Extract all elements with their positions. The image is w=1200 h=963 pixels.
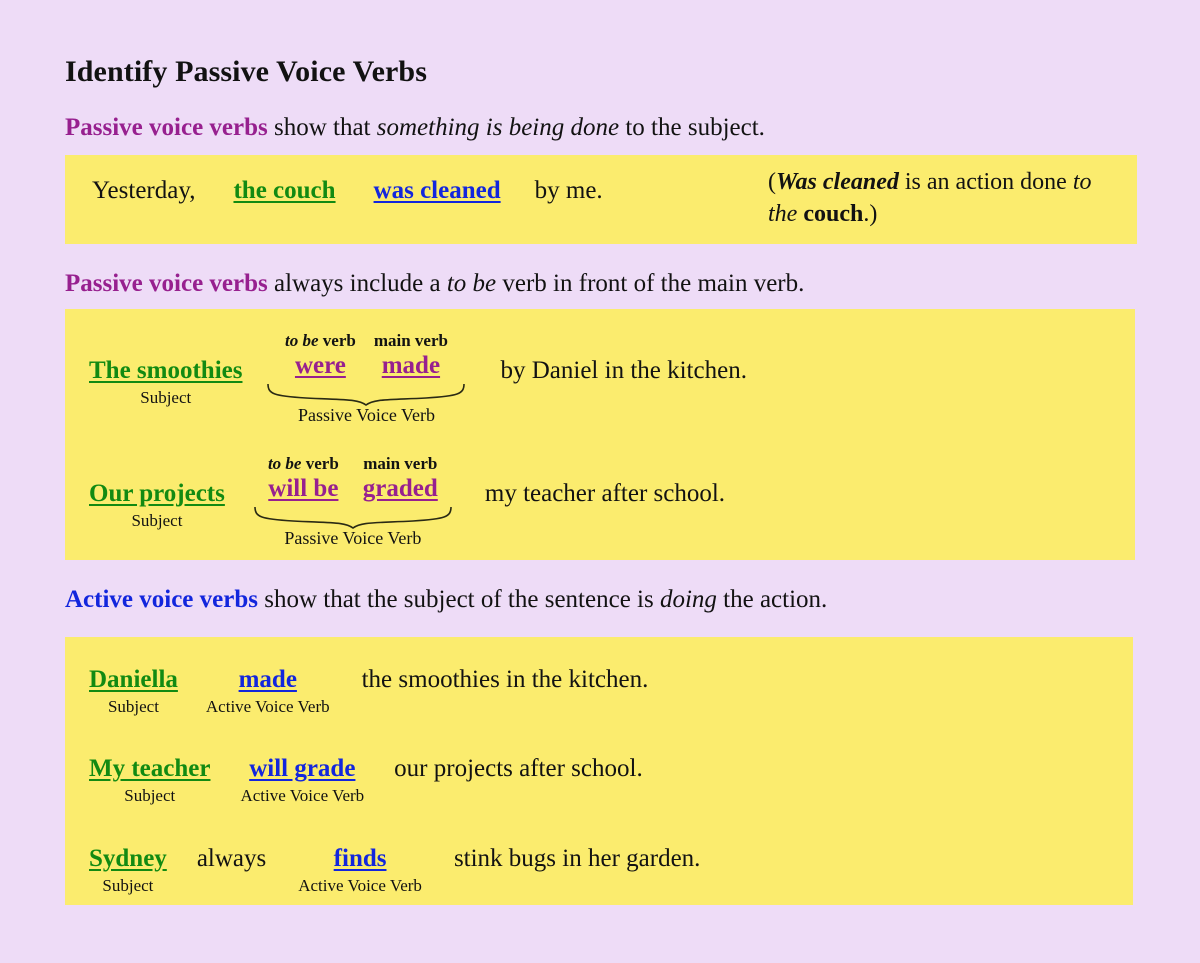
- active-subject-label: Subject: [107, 697, 159, 716]
- passive-diagram-panel: The smoothies Subject to be verb were ma…: [65, 309, 1135, 560]
- active-subject-group: My teacher Subject: [89, 755, 210, 806]
- note-close: .): [863, 200, 878, 227]
- active-subject-label: Subject: [124, 786, 176, 805]
- passive-tobe-italic: to be: [446, 270, 497, 297]
- tobe-verb: will be: [268, 475, 339, 502]
- active-subject: My teacher: [89, 755, 211, 782]
- diagram-tail: by Daniel in the kitchen.: [500, 357, 747, 384]
- main-verb-slot: main verb graded: [363, 454, 438, 503]
- verb-pair: to be verb were main verb made: [285, 331, 448, 380]
- active-tail: our projects after school.: [394, 755, 643, 782]
- active-keyword: Active voice verbs: [65, 586, 258, 613]
- main-verb: graded: [362, 475, 438, 502]
- active-verb-group: finds Active Voice Verb: [298, 845, 422, 896]
- verb-pair: to be verb will be main verb graded: [268, 454, 438, 503]
- brace-label: Passive Voice Verb: [297, 405, 435, 425]
- passive-tobe-sentence: Passive voice verbs always include a to …: [65, 270, 804, 298]
- active-verb-group: made Active Voice Verb: [206, 666, 330, 717]
- active-subject-label: Subject: [102, 876, 154, 895]
- active-verb-label: Active Voice Verb: [240, 786, 365, 805]
- note-mid: is an action done: [898, 169, 1073, 195]
- active-intro-sentence: Active voice verbs show that the subject…: [65, 586, 827, 614]
- tobe-verb: were: [294, 352, 346, 379]
- active-subject: Daniella: [89, 666, 178, 693]
- tobe-verb-tag: to be verb: [285, 331, 356, 350]
- diagram-subject: The smoothies: [89, 357, 243, 384]
- diagram-subject: Our projects: [89, 480, 225, 507]
- passive-intro-before: show that: [267, 114, 377, 141]
- passive-diagram-row: The smoothies Subject to be verb were ma…: [89, 331, 747, 426]
- tobe-verb-tag: to be verb: [267, 454, 339, 473]
- main-verb-tag: main verb: [373, 331, 448, 350]
- page-title: Identify Passive Voice Verbs: [65, 55, 427, 88]
- passive-intro-sentence: Passive voice verbs show that something …: [65, 114, 765, 142]
- tobe-verb-slot: to be verb were: [285, 331, 356, 380]
- active-verb: made: [238, 666, 297, 693]
- worksheet-page: Identify Passive Voice Verbs Passive voi…: [0, 0, 1200, 963]
- active-examples-panel: Daniella Subject made Active Voice Verb …: [65, 637, 1133, 905]
- passive-verb-group: to be verb will be main verb graded Pass…: [253, 454, 453, 549]
- passive-tobe-after: verb in front of the main verb.: [496, 270, 805, 297]
- sentence-tail: by me.: [534, 177, 603, 204]
- active-tail: the smoothies in the kitchen.: [361, 666, 649, 693]
- tobe-verb-slot: to be verb will be: [268, 454, 339, 503]
- active-verb-group: will grade Active Voice Verb: [240, 755, 364, 806]
- diagram-tail: my teacher after school.: [484, 480, 726, 507]
- curly-brace-icon: [266, 382, 466, 406]
- curly-brace-icon: [253, 505, 453, 529]
- passive-tobe-before: always include a: [267, 270, 447, 297]
- passive-keyword: Passive voice verbs: [65, 270, 268, 297]
- note-bold-object: couch: [797, 200, 864, 227]
- example-sentence-row: Yesterday, the couch was cleaned by me.: [92, 177, 603, 205]
- diagram-subject-label: Subject: [140, 388, 192, 407]
- passive-keyword: Passive voice verbs: [65, 114, 268, 141]
- main-verb-tag: main verb: [363, 454, 438, 473]
- sentence-subject: the couch: [233, 177, 336, 204]
- active-subject-group: Sydney Subject: [89, 845, 167, 896]
- diagram-subject-label: Subject: [131, 511, 183, 530]
- passive-intro-after: to the subject.: [619, 114, 765, 141]
- passive-intro-italic: something is being done: [376, 114, 620, 141]
- note-open-paren: (: [768, 169, 776, 195]
- brace-label: Passive Voice Verb: [284, 528, 422, 548]
- active-verb: finds: [333, 845, 387, 872]
- example-panel-passive: Yesterday, the couch was cleaned by me. …: [65, 155, 1137, 244]
- diagram-subject-group: Our projects Subject: [89, 454, 225, 531]
- diagram-subject-group: The smoothies Subject: [89, 331, 242, 408]
- active-intro-before: show that the subject of the sentence is: [257, 586, 660, 613]
- active-verb: will grade: [249, 755, 356, 782]
- note-verb-emphasis: Was cleaned: [776, 169, 899, 195]
- active-adverb: always: [196, 845, 267, 872]
- active-intro-italic: doing: [659, 586, 717, 613]
- active-subject-group: Daniella Subject: [89, 666, 178, 717]
- active-subject: Sydney: [89, 845, 167, 872]
- active-verb-label: Active Voice Verb: [298, 876, 422, 895]
- sentence-lead: Yesterday,: [92, 177, 196, 204]
- active-example-row: Daniella Subject made Active Voice Verb …: [89, 666, 648, 717]
- passive-verb-group: to be verb were main verb made Passive V…: [266, 331, 466, 426]
- active-example-row: My teacher Subject will grade Active Voi…: [89, 755, 643, 806]
- active-intro-after: the action.: [716, 586, 828, 613]
- main-verb: made: [381, 352, 441, 379]
- example-explanation-note: (Was cleaned is an action done to the co…: [768, 167, 1118, 231]
- sentence-passive-verb: was cleaned: [373, 177, 501, 204]
- active-example-row: Sydney Subject always finds Active Voice…: [89, 845, 700, 896]
- active-tail: stink bugs in her garden.: [453, 845, 701, 872]
- active-verb-label: Active Voice Verb: [205, 697, 330, 716]
- main-verb-slot: main verb made: [374, 331, 448, 380]
- passive-diagram-row: Our projects Subject to be verb will be …: [89, 454, 725, 549]
